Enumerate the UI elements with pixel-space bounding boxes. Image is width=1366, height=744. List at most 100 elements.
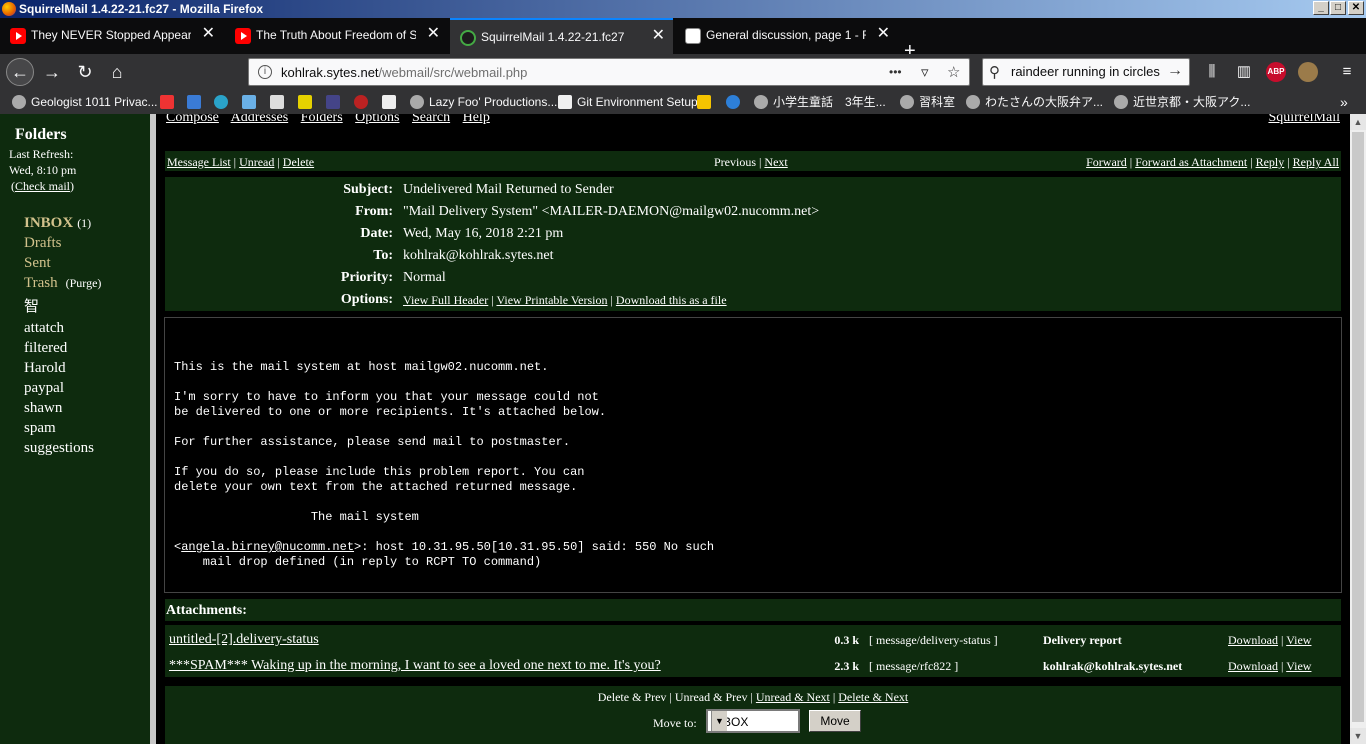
search-input[interactable] (1011, 64, 1163, 79)
move-folder-select[interactable]: INBOX ▼ (706, 709, 800, 733)
addresses-link[interactable]: Addresses (231, 114, 289, 125)
folder-trash[interactable]: Trash (Purge) (24, 275, 101, 292)
options-link[interactable]: Options (355, 114, 399, 125)
view-printable-link[interactable]: View Printable Version (496, 293, 607, 307)
attachment-download-link[interactable]: Download (1228, 659, 1278, 673)
minimize-button[interactable]: _ (1313, 1, 1329, 15)
home-button[interactable]: ⌂ (105, 60, 129, 84)
bookmark-item[interactable] (187, 94, 206, 112)
help-link[interactable]: Help (463, 114, 490, 125)
close-tab-icon[interactable]: ✕ (427, 26, 440, 42)
bookmark-item[interactable]: Git Environment Setup (558, 94, 698, 112)
compose-link[interactable]: Compose (166, 114, 219, 125)
tab-youtube-1[interactable]: They NEVER Stopped Appearing... ✕ (0, 18, 223, 54)
bookmark-star-icon[interactable]: ☆ (947, 63, 960, 81)
folder-drafts[interactable]: Drafts (24, 235, 62, 252)
folder-shawn[interactable]: shawn (24, 400, 62, 417)
folder-chi[interactable]: 智 (24, 295, 39, 316)
bookmark-item[interactable] (242, 94, 261, 112)
forward-attachment-link[interactable]: Forward as Attachment (1135, 155, 1247, 169)
attachment-view-link[interactable]: View (1286, 633, 1311, 647)
delete-next-link[interactable]: Delete & Next (838, 690, 908, 704)
bookmark-item[interactable]: Lazy Foo' Productions... (410, 94, 557, 112)
bookmark-label: Geologist 1011 Privac... (31, 95, 158, 109)
delete-link[interactable]: Delete (283, 155, 314, 169)
tab-youtube-2[interactable]: The Truth About Freedom of Spee ✕ (225, 18, 448, 54)
menu-icon[interactable]: ≡ (1337, 62, 1357, 82)
bookmark-item[interactable] (214, 94, 233, 112)
close-tab-icon[interactable]: ✕ (877, 26, 890, 42)
forward-link[interactable]: Forward (1086, 155, 1127, 169)
forward-button[interactable]: → (40, 60, 64, 84)
back-button[interactable]: ← (6, 58, 34, 86)
bookmark-item[interactable]: 習科室 (900, 94, 955, 112)
close-tab-icon[interactable]: ✕ (652, 28, 665, 44)
bookmark-item[interactable] (298, 94, 317, 112)
scrollbar-thumb[interactable] (1352, 132, 1364, 722)
move-button[interactable]: Move (809, 710, 861, 732)
url-text[interactable]: kohlrak.sytes.net/webmail/src/webmail.ph… (281, 65, 527, 80)
close-window-button[interactable]: ✕ (1348, 1, 1364, 15)
purge-link[interactable]: (Purge) (66, 276, 102, 290)
page-actions-icon[interactable]: ••• (889, 65, 902, 79)
bookmark-item[interactable] (726, 94, 745, 112)
bookmark-item[interactable]: わたさんの大阪弁ア... (966, 94, 1103, 112)
attachment-download-link[interactable]: Download (1228, 633, 1278, 647)
search-bar[interactable]: ⚲ → (982, 58, 1190, 86)
bookmark-item[interactable]: 近世京都・大阪アク... (1114, 94, 1250, 112)
search-go-icon[interactable]: → (1167, 62, 1183, 80)
chevron-down-icon[interactable]: ▼ (711, 711, 727, 731)
tab-general-discussion[interactable]: General discussion, page 1 - Foru ✕ (675, 18, 898, 54)
maximize-button[interactable]: □ (1330, 1, 1346, 15)
bookmark-item[interactable] (270, 94, 289, 112)
folder-suggestions[interactable]: suggestions (24, 440, 94, 457)
message-list-link[interactable]: Message List (167, 155, 231, 169)
message-nav-left: Message List | Unread | Delete (167, 155, 315, 169)
bookmark-item[interactable]: Geologist 1011 Privac... (12, 94, 158, 112)
bookmark-item[interactable] (160, 94, 179, 112)
next-link[interactable]: Next (764, 155, 787, 169)
sidebar-icon[interactable]: ▥ (1234, 62, 1254, 82)
library-icon[interactable]: ⫼ (1202, 62, 1222, 82)
attachment-name-link[interactable]: untitled-[2].delivery-status (169, 632, 319, 648)
adblock-plus-icon[interactable]: ABP (1266, 62, 1286, 82)
bookmark-item[interactable] (697, 94, 716, 112)
attachment-view-link[interactable]: View (1286, 659, 1311, 673)
folder-sent[interactable]: Sent (24, 255, 51, 272)
unread-next-link[interactable]: Unread & Next (756, 690, 830, 704)
extension-icon[interactable] (1298, 62, 1318, 82)
folders-link[interactable]: Folders (301, 114, 343, 125)
check-mail-link[interactable]: Check mail (15, 179, 70, 193)
folder-harold[interactable]: Harold (24, 360, 66, 377)
pocket-icon[interactable]: ▿ (921, 63, 929, 81)
search-link[interactable]: Search (412, 114, 450, 125)
vertical-scrollbar[interactable]: ▲ ▼ (1350, 114, 1366, 744)
site-info-icon[interactable]: i (258, 65, 272, 79)
message-view: Compose Addresses Folders Options Search… (156, 114, 1350, 744)
squirrelmail-link[interactable]: SquirrelMail (1268, 114, 1340, 126)
folder-paypal[interactable]: paypal (24, 380, 64, 397)
folder-inbox[interactable]: INBOX (1) (24, 215, 91, 232)
bookmark-item[interactable]: 小学生童話 3年生... (754, 94, 886, 112)
folder-filtered[interactable]: filtered (24, 340, 67, 357)
scroll-down-icon[interactable]: ▼ (1350, 728, 1366, 744)
unread-link[interactable]: Unread (239, 155, 274, 169)
scroll-up-icon[interactable]: ▲ (1350, 114, 1366, 130)
bookmark-item[interactable] (354, 94, 373, 112)
tab-squirrelmail[interactable]: SquirrelMail 1.4.22-21.fc27 ✕ (450, 18, 673, 54)
reload-button[interactable]: ↻ (73, 60, 97, 84)
download-file-link[interactable]: Download this as a file (616, 293, 727, 307)
squirrelmail-icon (460, 30, 476, 46)
view-full-header-link[interactable]: View Full Header (403, 293, 488, 307)
more-bookmarks-icon[interactable]: » (1340, 94, 1348, 112)
attachment-name-link[interactable]: ***SPAM*** Waking up in the morning, I w… (169, 658, 661, 674)
bookmark-item[interactable] (382, 94, 401, 112)
reply-all-link[interactable]: Reply All (1293, 155, 1339, 169)
reply-link[interactable]: Reply (1256, 155, 1285, 169)
close-tab-icon[interactable]: ✕ (202, 26, 215, 42)
folder-spam[interactable]: spam (24, 420, 56, 437)
url-bar[interactable]: i kohlrak.sytes.net/webmail/src/webmail.… (248, 58, 970, 86)
folder-attatch[interactable]: attatch (24, 320, 64, 337)
bookmark-item[interactable] (326, 94, 345, 112)
recipient-email-link[interactable]: angela.birney@nucomm.net (181, 540, 354, 554)
